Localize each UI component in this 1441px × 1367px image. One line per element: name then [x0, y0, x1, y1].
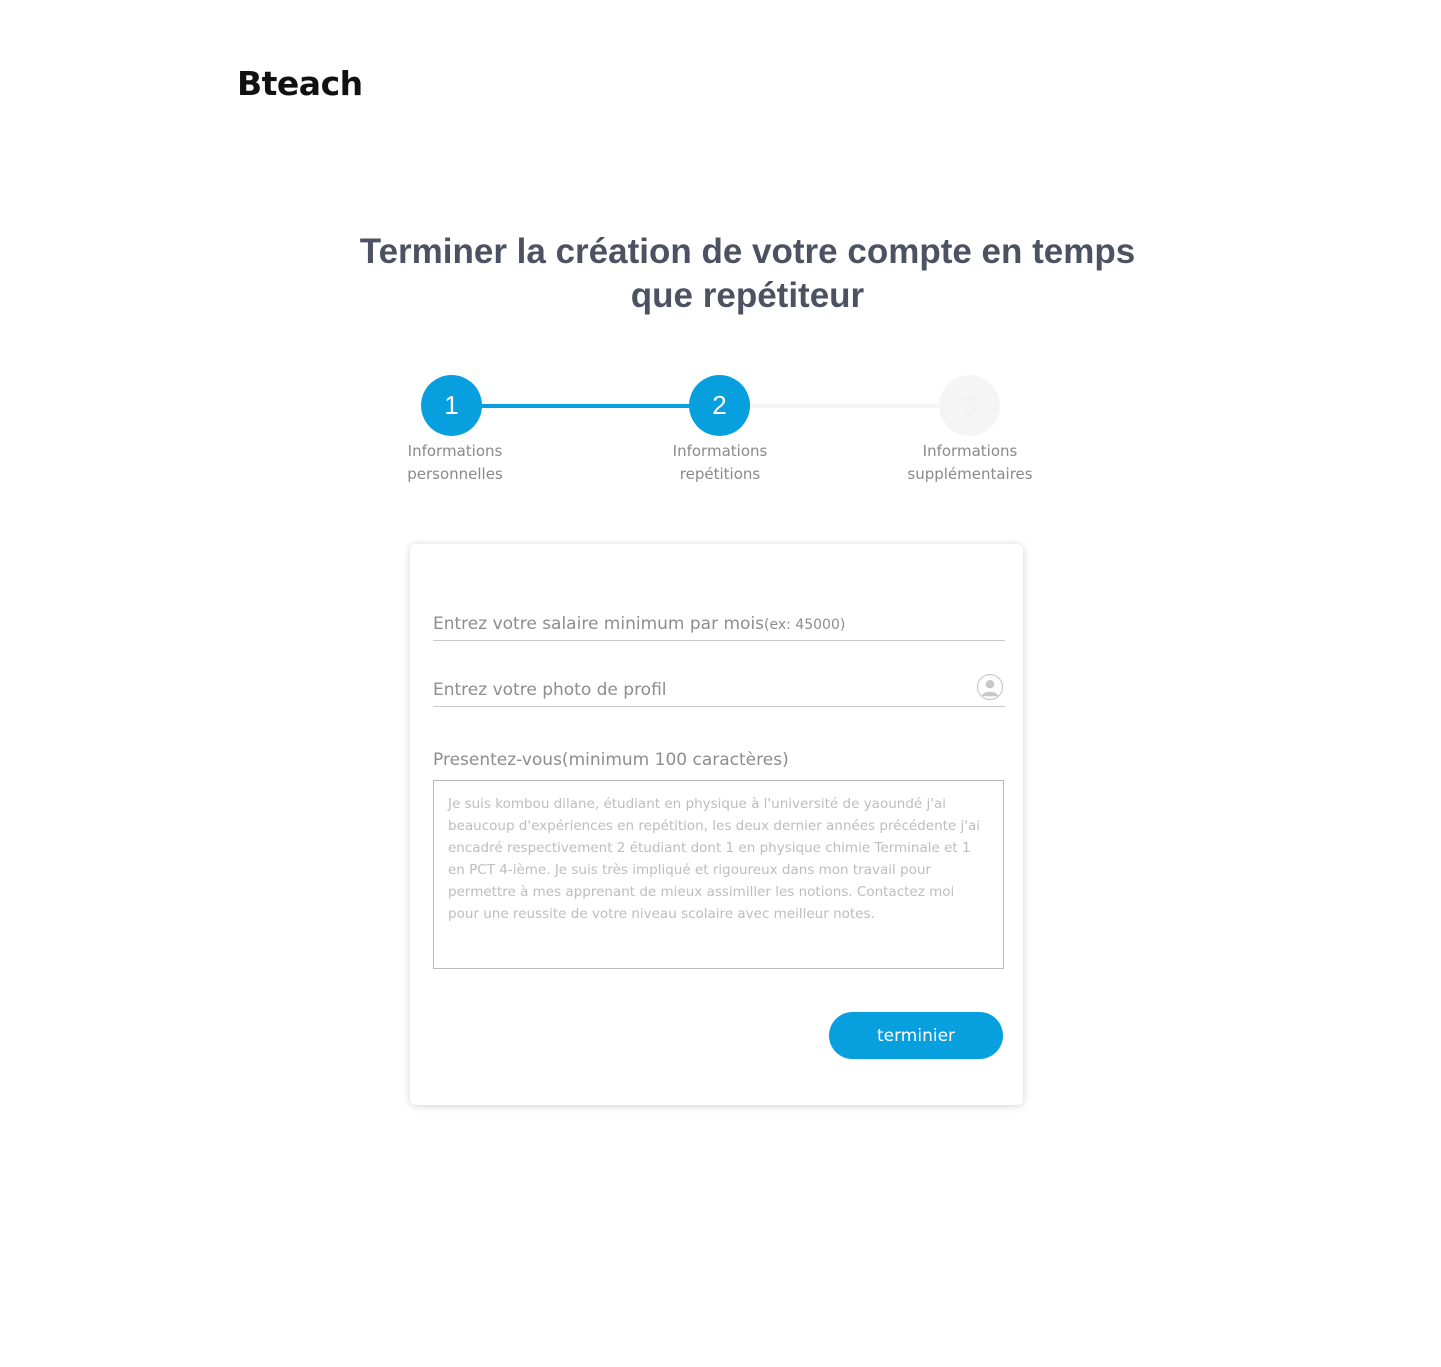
profile-photo-placeholder: Entrez votre photo de profil: [433, 680, 667, 700]
form-card: Entrez votre salaire minimum par mois(ex…: [410, 544, 1023, 1105]
step-1-indicator[interactable]: 1: [421, 375, 482, 436]
bio-label: Presentez-vous(minimum 100 caractères): [433, 750, 789, 770]
salary-hint: (ex: 45000): [764, 617, 846, 633]
step-3-label: Informations supplémentaires: [907, 442, 1033, 483]
step-3-indicator: 3: [939, 375, 1000, 436]
step-2-label: Informations repétitions: [672, 442, 768, 483]
finish-button[interactable]: terminier: [829, 1012, 1003, 1059]
step-2-indicator[interactable]: 2: [689, 375, 750, 436]
salary-placeholder: Entrez votre salaire minimum par mois(ex…: [433, 614, 846, 634]
step-connector-pending: [748, 404, 970, 408]
user-avatar-icon[interactable]: [977, 674, 1003, 700]
brand-logo[interactable]: Bteach: [237, 62, 363, 106]
salary-field[interactable]: Entrez votre salaire minimum par mois(ex…: [433, 608, 1005, 641]
step-connector-completed: [452, 404, 720, 408]
step-1-label: Informations personnelles: [407, 442, 503, 483]
bio-textarea[interactable]: Je suis kombou dilane, étudiant en physi…: [433, 780, 1004, 969]
page-title: Terminer la création de votre compte en …: [359, 232, 1136, 315]
profile-photo-field[interactable]: Entrez votre photo de profil: [433, 670, 1005, 707]
